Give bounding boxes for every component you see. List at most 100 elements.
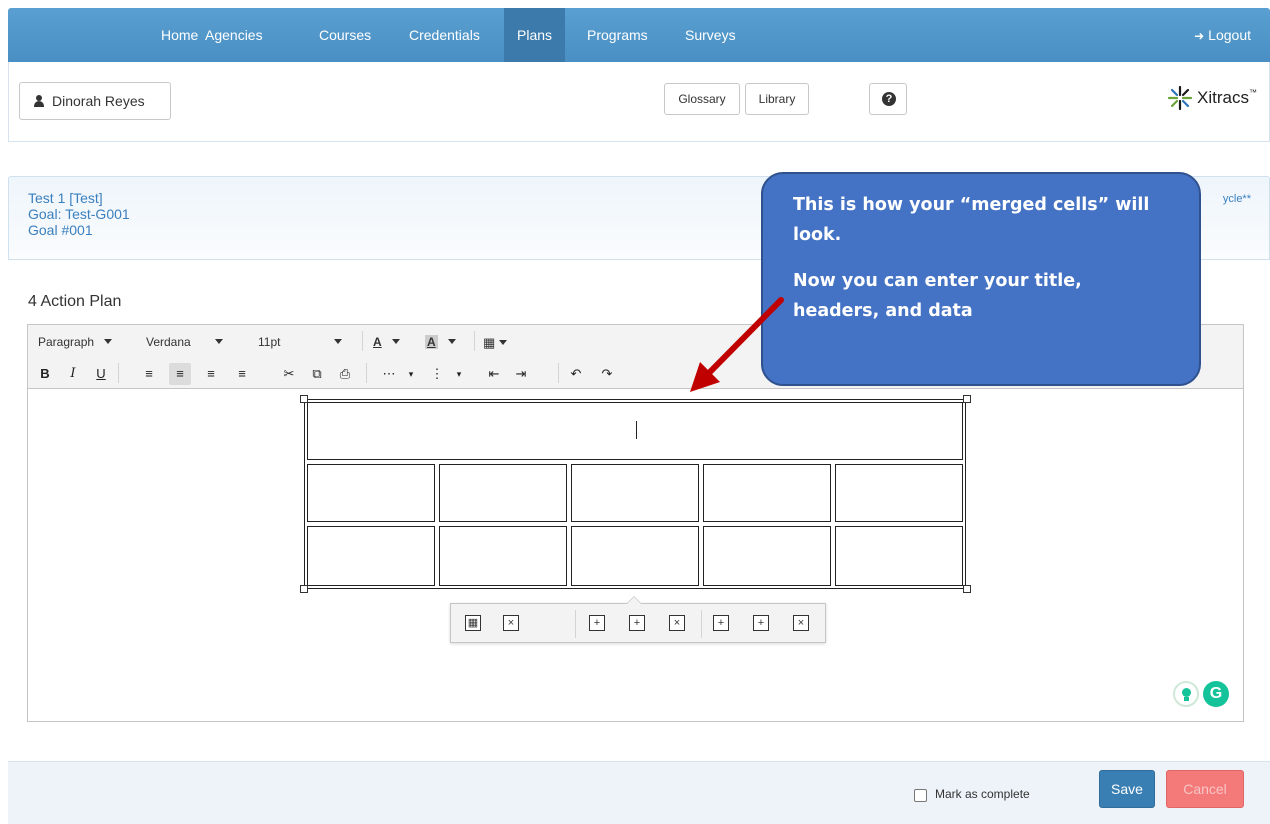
text-color-button[interactable]: A	[373, 335, 400, 349]
resize-handle[interactable]	[300, 395, 308, 403]
numbered-list-icon[interactable]: ⋮	[426, 363, 448, 385]
align-left-icon[interactable]: ≡	[138, 363, 160, 385]
toolbar-divider	[474, 331, 475, 351]
grammarly-widget[interactable]: G	[1173, 681, 1229, 707]
table-cell[interactable]	[439, 526, 567, 586]
outdent-icon[interactable]: ⇤	[483, 363, 505, 385]
table-cell[interactable]	[307, 464, 435, 522]
action-plan-title: 4 Action Plan	[28, 293, 122, 310]
chevron-down-icon	[104, 339, 113, 344]
save-button[interactable]: Save	[1099, 770, 1155, 808]
user-icon	[34, 95, 44, 107]
font-size-dropdown[interactable]: 11pt	[258, 335, 343, 349]
user-button[interactable]: Dinorah Reyes	[19, 82, 171, 120]
underline-icon[interactable]: U	[90, 363, 112, 385]
table-cell[interactable]	[307, 526, 435, 586]
block-format-dropdown[interactable]: Paragraph	[38, 335, 113, 349]
table-cell[interactable]	[571, 526, 699, 586]
chevron-down-icon	[214, 339, 223, 344]
header-panel: Dinorah Reyes Glossary Library ? Xitracs…	[8, 62, 1270, 142]
italic-icon[interactable]: I	[62, 363, 84, 385]
toolbar-divider	[366, 363, 367, 383]
cut-icon[interactable]: ✂	[278, 363, 300, 385]
editor-content-area[interactable]: ▦ × + + × + + × G	[28, 389, 1243, 722]
block-format-value: Paragraph	[38, 335, 95, 349]
resize-handle[interactable]	[963, 395, 971, 403]
table-cell[interactable]	[703, 526, 831, 586]
undo-icon[interactable]: ↶	[565, 363, 587, 385]
indent-icon[interactable]: ⇥	[510, 363, 532, 385]
inserted-table[interactable]	[304, 399, 966, 589]
table-icon: ▦	[483, 335, 496, 350]
bullet-list-icon[interactable]: ⋯	[378, 363, 400, 385]
text-cursor	[636, 421, 637, 439]
app-root: Home Agencies Courses Credentials Plans …	[0, 0, 1270, 824]
nav-credentials[interactable]: Credentials	[401, 8, 488, 62]
logout-label: Logout	[1208, 27, 1251, 43]
grammarly-icon[interactable]: G	[1203, 681, 1229, 707]
table-cell[interactable]	[835, 526, 963, 586]
background-color-icon: A	[425, 335, 438, 349]
cancel-button[interactable]: Cancel	[1166, 770, 1244, 808]
chevron-down-icon	[391, 339, 400, 344]
delete-column-icon[interactable]: ×	[793, 615, 809, 631]
annotation-callout: This is how your “merged cells” will loo…	[761, 172, 1201, 386]
insert-column-after-icon[interactable]: +	[753, 615, 769, 631]
paste-icon[interactable]: ⎙	[334, 363, 356, 385]
table-cell[interactable]	[571, 464, 699, 522]
table-properties-icon[interactable]: ▦	[465, 615, 481, 631]
callout-text-1: This is how your “merged cells” will loo…	[793, 195, 1150, 245]
align-justify-icon[interactable]: ≡	[231, 363, 253, 385]
goal-number: Goal #001	[28, 222, 93, 238]
mark-complete-checkbox[interactable]	[914, 789, 927, 802]
sign-out-icon: ➜	[1194, 29, 1205, 43]
chevron-down-icon	[499, 340, 508, 345]
library-button[interactable]: Library	[745, 83, 809, 115]
toolbar-divider	[558, 363, 559, 383]
insert-row-before-icon[interactable]: +	[589, 615, 605, 631]
nav-agencies[interactable]: Agencies	[197, 8, 271, 62]
nav-programs[interactable]: Programs	[579, 8, 656, 62]
xitracs-star-icon	[1167, 85, 1193, 111]
nav-plans[interactable]: Plans	[504, 8, 566, 62]
align-right-icon[interactable]: ≡	[200, 363, 222, 385]
callout-text-2: Now you can enter your title, headers, a…	[793, 271, 1082, 321]
help-button[interactable]: ?	[869, 83, 907, 115]
merged-title-cell[interactable]	[307, 402, 963, 460]
logo-trademark: ™	[1249, 88, 1257, 97]
resize-handle[interactable]	[963, 585, 971, 593]
table-cell[interactable]	[703, 464, 831, 522]
chevron-down-icon	[334, 339, 343, 344]
copy-icon[interactable]: ⧉	[306, 363, 328, 385]
lightbulb-icon[interactable]	[1173, 681, 1199, 707]
font-size-value: 11pt	[258, 335, 281, 349]
glossary-button[interactable]: Glossary	[664, 83, 740, 115]
table-cell[interactable]	[835, 464, 963, 522]
table-dropdown[interactable]: ▦	[483, 335, 508, 351]
toolbar-divider	[575, 610, 576, 638]
background-color-button[interactable]: A	[425, 335, 456, 349]
footer-bar: Mark as complete Save Cancel	[8, 761, 1270, 824]
resize-handle[interactable]	[300, 585, 308, 593]
nav-courses[interactable]: Courses	[311, 8, 379, 62]
redo-icon[interactable]: ↷	[596, 363, 618, 385]
table-cell[interactable]	[439, 464, 567, 522]
chevron-down-icon[interactable]: ▾	[448, 363, 470, 385]
delete-table-icon[interactable]: ×	[503, 615, 519, 631]
align-center-icon[interactable]: ≡	[169, 363, 191, 385]
delete-row-icon[interactable]: ×	[669, 615, 685, 631]
insert-column-before-icon[interactable]: +	[713, 615, 729, 631]
font-family-dropdown[interactable]: Verdana	[146, 335, 223, 349]
goal-test-name[interactable]: Test 1 [Test]	[28, 190, 103, 206]
mark-complete-label[interactable]: Mark as complete	[935, 787, 1030, 801]
logout-link[interactable]: ➜ Logout	[1194, 8, 1251, 62]
font-family-value: Verdana	[146, 335, 191, 349]
bold-icon[interactable]: B	[34, 363, 56, 385]
insert-row-after-icon[interactable]: +	[629, 615, 645, 631]
logo-text-main: Xitracs	[1197, 88, 1249, 107]
nav-surveys[interactable]: Surveys	[677, 8, 744, 62]
toolbar-divider	[701, 610, 702, 638]
cycle-link[interactable]: ycle**	[1223, 193, 1251, 205]
chevron-down-icon[interactable]: ▾	[400, 363, 422, 385]
xitracs-logo: Xitracs™	[1167, 80, 1257, 116]
